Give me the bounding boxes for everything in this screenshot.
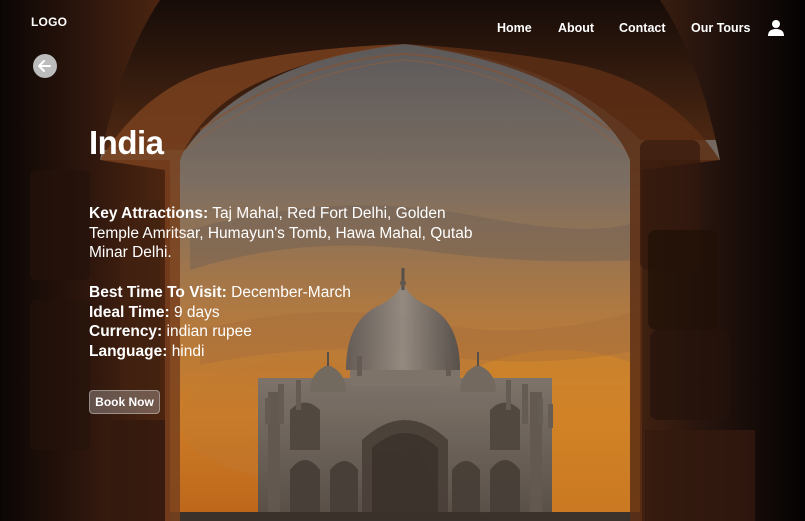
fact-value: hindi [171, 342, 205, 360]
book-now-button[interactable]: Book Now [89, 390, 160, 414]
top-navigation: LOGO Home About Contact Our Tours [0, 0, 805, 56]
nav-contact[interactable]: Contact [619, 21, 666, 35]
arrow-left-icon [38, 60, 51, 72]
destination-facts: Best Time To Visit: December-March Ideal… [89, 283, 449, 361]
fact-label: Best Time To Visit: [89, 284, 227, 301]
fact-language: Language: hindi [89, 342, 449, 362]
nav-our-tours[interactable]: Our Tours [691, 21, 751, 35]
fact-label: Ideal Time: [89, 303, 170, 321]
fact-label: Language: [89, 342, 168, 360]
back-button[interactable] [33, 54, 57, 78]
fact-value: December-March [231, 284, 351, 301]
fact-label: Currency: [89, 323, 163, 340]
fact-currency: Currency: indian rupee [89, 322, 449, 342]
logo[interactable]: LOGO [31, 15, 67, 29]
user-icon[interactable] [766, 18, 786, 38]
nav-about[interactable]: About [558, 21, 594, 35]
fact-value: indian rupee [166, 323, 252, 340]
fact-ideal-time: Ideal Time: 9 days [89, 303, 449, 323]
attractions-label: Key Attractions: [89, 205, 209, 222]
fact-value: 9 days [174, 303, 220, 321]
destination-page: LOGO Home About Contact Our Tours India … [0, 0, 805, 521]
nav-home[interactable]: Home [497, 21, 532, 35]
page-title: India [89, 124, 164, 161]
fact-best-time: Best Time To Visit: December-March [89, 283, 449, 303]
key-attractions: Key Attractions: Taj Mahal, Red Fort Del… [89, 204, 479, 263]
